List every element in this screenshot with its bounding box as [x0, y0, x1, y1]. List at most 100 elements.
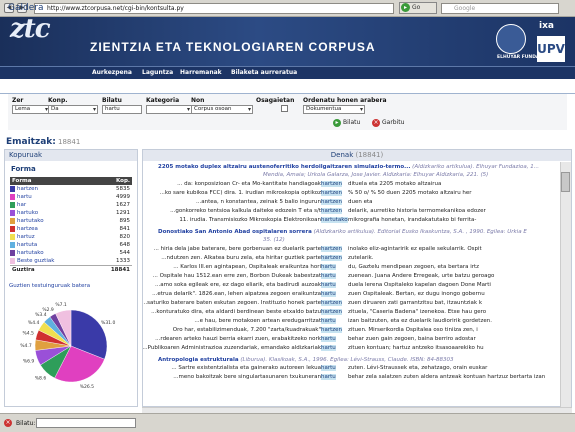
forma-label[interactable]: hartzen: [17, 185, 38, 193]
keyword[interactable]: hartzen: [321, 327, 343, 333]
nav-aurkezpena[interactable]: Aurkezpena: [92, 69, 132, 76]
forma-count: 648: [119, 242, 131, 248]
close-icon[interactable]: ×: [4, 419, 12, 427]
browser-search-input[interactable]: Google: [441, 3, 559, 14]
document-meta: (Aldizkariko artikulua). Editorial Eusko…: [313, 229, 527, 235]
non-select[interactable]: Corpus osoan: [191, 105, 253, 114]
denak-count: (18841): [355, 151, 384, 159]
konp-select[interactable]: Da: [48, 105, 98, 114]
forma-row[interactable]: hartuta 648: [10, 241, 132, 249]
legend-swatch: [10, 186, 15, 192]
left-context: ...etrua delarik". 1826.ean, lehen aipat…: [152, 291, 321, 297]
forma-title: Forma: [11, 165, 36, 173]
pie-slice-label: %2.9: [42, 307, 54, 313]
forma-label[interactable]: Beste guztiak: [17, 257, 54, 265]
keyword[interactable]: hartzen: [321, 300, 343, 306]
nav-laguntza[interactable]: Laguntza: [142, 69, 173, 76]
forma-row[interactable]: hartzen 5835: [10, 185, 132, 193]
pie-slice-label: %31.0: [101, 320, 115, 326]
vertical-scrollbar[interactable]: [560, 162, 571, 407]
forma-row[interactable]: hartuko 1291: [10, 209, 132, 217]
forma-row[interactable]: hartutako 544: [10, 249, 132, 257]
ordenatu-select[interactable]: Dokumentua: [303, 105, 365, 114]
pie-slice-label: %6.9: [23, 358, 35, 364]
forma-row[interactable]: har 1627: [10, 201, 132, 209]
keyword[interactable]: hartutako: [321, 217, 348, 223]
document-title-text[interactable]: Donostiako San Antonio Abad ospitalaren …: [158, 229, 312, 235]
keyword[interactable]: hartu: [321, 291, 336, 297]
keyword[interactable]: hartu: [321, 365, 336, 371]
keyword[interactable]: hartzen: [321, 309, 343, 315]
university-logo[interactable]: UPV: [537, 36, 565, 62]
forma-label[interactable]: hartuta: [17, 241, 37, 249]
keyword[interactable]: hartzen: [321, 199, 343, 205]
right-context: dituela eta 2205 motako altzairua: [348, 181, 442, 187]
right-context: behar zuen gain zegoen, baina berriro ad…: [348, 336, 476, 342]
bilatu-label: Bilatu: [102, 97, 122, 104]
keyword[interactable]: hartu: [321, 345, 336, 351]
keyword[interactable]: hartu: [321, 264, 336, 270]
document-title[interactable]: 2205 motako duplex altzairu austenoferri…: [158, 164, 539, 170]
ztc-logo[interactable]: ztc: [10, 14, 51, 44]
concordance-title: Denak (18841): [143, 150, 571, 161]
left-context: ...rdearen arteko hauzi berria ekarri zu…: [155, 336, 321, 342]
keyword[interactable]: hartzen: [321, 208, 343, 214]
forma-row[interactable]: hartutako 895: [10, 217, 132, 225]
legend-swatch: [10, 242, 15, 248]
keyword[interactable]: hartu: [321, 318, 336, 324]
non-label: Non: [191, 97, 205, 104]
forma-row[interactable]: hartu 4999: [10, 193, 132, 201]
osagaietan-checkbox[interactable]: [281, 105, 288, 112]
go-arrow-icon: ▸: [401, 3, 410, 12]
legend-swatch: [10, 194, 15, 200]
right-context: zuten. Lévi-Straussek eta, zehatzago, or…: [348, 365, 488, 371]
scrollbar-thumb[interactable]: [561, 172, 570, 192]
keyword[interactable]: hartu: [321, 282, 336, 288]
search-go-icon: ▸: [333, 119, 341, 127]
keyword[interactable]: hartu: [321, 273, 336, 279]
kategoria-select[interactable]: [146, 105, 192, 114]
forma-row[interactable]: hartzea 841: [10, 225, 132, 233]
nav-harremanak[interactable]: Harremanak: [180, 69, 222, 76]
forma-label[interactable]: har: [17, 201, 26, 209]
forma-row[interactable]: hartuz 820: [10, 233, 132, 241]
find-label: Bilatu:: [16, 420, 36, 427]
keyword[interactable]: hartu: [321, 336, 336, 342]
document-title-text[interactable]: Antropologia estrukturala: [158, 357, 239, 363]
keyword[interactable]: hartu: [321, 374, 336, 380]
right-context: zituen. Mirserikordia Ospitalea oso tini…: [348, 327, 478, 333]
elhuyar-logo[interactable]: [496, 24, 526, 54]
forma-count: 895: [119, 218, 131, 224]
garbitu-button-label: Garbitu: [382, 119, 405, 126]
bilatu-input[interactable]: hartu: [102, 105, 142, 114]
keyword[interactable]: hartzen: [321, 255, 343, 261]
forma-label[interactable]: hartutako: [17, 249, 44, 257]
keyword[interactable]: hartzen: [321, 181, 343, 187]
search-form: Zer Lema Konp. Da Bilatu hartu Kategoria…: [8, 94, 567, 130]
concordance-list: 2205 motako duplex altzairu austenoferri…: [143, 162, 561, 406]
keyword[interactable]: hartzen: [321, 246, 343, 252]
pie-slice-label: %4.7: [20, 343, 32, 349]
keyword[interactable]: hartzen: [321, 190, 343, 196]
find-input[interactable]: [36, 418, 136, 428]
forma-label[interactable]: hartutako: [17, 217, 44, 225]
nav-bilaketa-aurreratua[interactable]: Bilaketa aurreratua: [231, 69, 297, 76]
left-context: ... Sartre existentzialista eta gainerak…: [171, 365, 321, 371]
garbitu-button[interactable]: × Garbitu: [372, 118, 404, 128]
url-input[interactable]: http://www.ztcorpusa.net/cgi-bin/kontsul…: [34, 3, 394, 14]
forma-label[interactable]: hartu: [17, 193, 32, 201]
document-title[interactable]: Donostiako San Antonio Abad ospitalaren …: [158, 229, 527, 235]
bilatu-button[interactable]: ▸ Bilatu: [333, 118, 360, 128]
forma-label[interactable]: hartuko: [17, 209, 38, 217]
zer-select[interactable]: Lema: [12, 105, 50, 114]
ixa-logo[interactable]: ixa: [539, 21, 554, 31]
right-context: zutelarik.: [348, 255, 374, 261]
forma-label[interactable]: hartuz: [17, 233, 35, 241]
left-context: Oro har, estabilizimenduak, 7.200 "zarta…: [172, 327, 321, 333]
zer-label: Zer: [12, 97, 24, 104]
concordance-panel: Denak (18841) 2205 motako duplex altzair…: [142, 149, 572, 407]
document-title[interactable]: Antropologia estrukturala (Liburua). Kla…: [158, 357, 453, 363]
forma-row[interactable]: Beste guztiak 1333: [10, 257, 132, 265]
forma-label[interactable]: hartzea: [17, 225, 38, 233]
document-title-text[interactable]: 2205 motako duplex altzairu austenoferri…: [158, 164, 410, 170]
